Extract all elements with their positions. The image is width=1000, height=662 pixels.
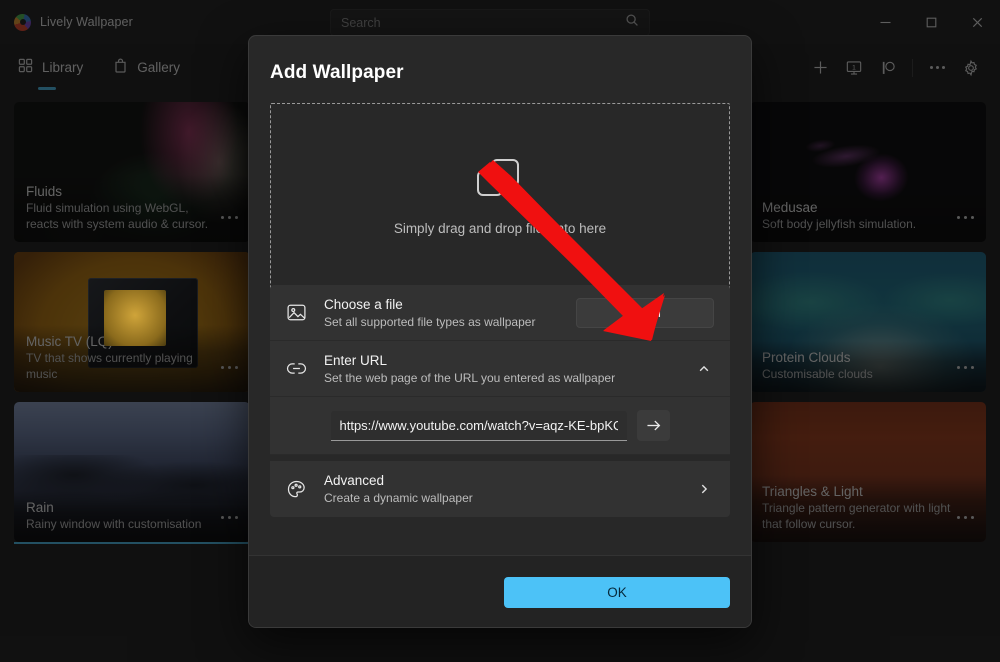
option-title: Choose a file: [324, 296, 576, 313]
chevron-right-icon[interactable]: [694, 483, 714, 495]
option-title: Advanced: [324, 472, 694, 489]
dialog-options-list: Choose a file Set all supported file typ…: [270, 285, 730, 517]
option-enter-url[interactable]: Enter URL Set the web page of the URL yo…: [270, 341, 730, 397]
palette-icon: [286, 479, 316, 500]
option-choose-a-file[interactable]: Choose a file Set all supported file typ…: [270, 285, 730, 341]
option-text: Advanced Create a dynamic wallpaper: [316, 472, 694, 506]
app-window: Lively Wallpaper Search: [0, 0, 1000, 662]
url-input-row: [270, 397, 730, 455]
image-icon: [286, 302, 316, 323]
dialog-footer: OK: [249, 555, 751, 627]
option-title: Enter URL: [324, 352, 694, 369]
option-subtitle: Create a dynamic wallpaper: [324, 490, 694, 506]
add-wallpaper-dialog: Add Wallpaper Simply drag and drop files…: [248, 35, 752, 628]
arrow-right-icon: [645, 417, 662, 434]
link-icon: [286, 358, 316, 379]
option-advanced[interactable]: Advanced Create a dynamic wallpaper: [270, 461, 730, 517]
url-input[interactable]: [331, 411, 627, 441]
ok-button[interactable]: OK: [504, 577, 730, 608]
url-submit-button[interactable]: [637, 410, 670, 441]
dialog-title: Add Wallpaper: [249, 36, 751, 84]
option-subtitle: Set all supported file types as wallpape…: [324, 314, 576, 330]
two-squares-icon: [477, 159, 523, 203]
option-text: Choose a file Set all supported file typ…: [316, 296, 576, 330]
chevron-up-icon[interactable]: [694, 363, 714, 375]
option-subtitle: Set the web page of the URL you entered …: [324, 370, 694, 386]
option-text: Enter URL Set the web page of the URL yo…: [316, 352, 694, 386]
file-dropzone[interactable]: Simply drag and drop files into here: [270, 103, 730, 291]
dropzone-label: Simply drag and drop files into here: [394, 221, 606, 236]
open-button[interactable]: Open: [576, 298, 714, 328]
